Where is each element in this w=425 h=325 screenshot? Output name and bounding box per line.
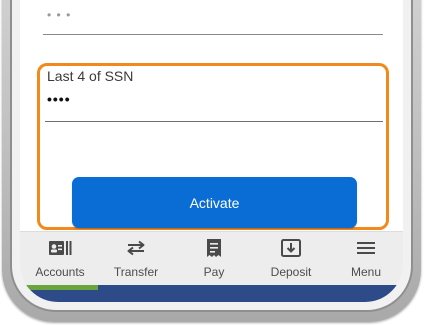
tab-deposit[interactable]: Deposit	[253, 232, 329, 284]
tab-transfer-label: Transfer	[113, 265, 159, 279]
tab-menu-label: Menu	[350, 265, 382, 279]
tab-accounts[interactable]: Accounts	[22, 232, 98, 284]
pay-icon	[176, 238, 252, 258]
tab-transfer[interactable]: Transfer	[98, 232, 174, 284]
ssn-field-underline	[45, 121, 383, 122]
accounts-icon	[22, 238, 98, 258]
ssn-field-label: Last 4 of SSN	[47, 68, 134, 84]
phone-screen: • • • Last 4 of SSN •••• Activate Accoun…	[20, 0, 403, 302]
bottom-strip-accent	[20, 285, 98, 290]
tab-pay-label: Pay	[203, 265, 225, 279]
tab-menu[interactable]: Menu	[328, 232, 403, 284]
screenshot-stage: • • • Last 4 of SSN •••• Activate Accoun…	[0, 0, 425, 325]
activate-button[interactable]: Activate	[72, 177, 357, 228]
tab-deposit-label: Deposit	[270, 265, 312, 279]
previous-field-value: • • •	[47, 8, 72, 22]
tab-accounts-label: Accounts	[35, 265, 85, 279]
ssn-input[interactable]: ••••	[47, 91, 71, 107]
bottom-tab-bar: Accounts Transfer Pay Deposit Menu	[20, 231, 403, 285]
menu-icon	[328, 238, 403, 258]
deposit-icon	[253, 238, 329, 258]
previous-field-underline	[43, 34, 383, 35]
transfer-icon	[98, 238, 174, 258]
tab-pay[interactable]: Pay	[176, 232, 252, 284]
